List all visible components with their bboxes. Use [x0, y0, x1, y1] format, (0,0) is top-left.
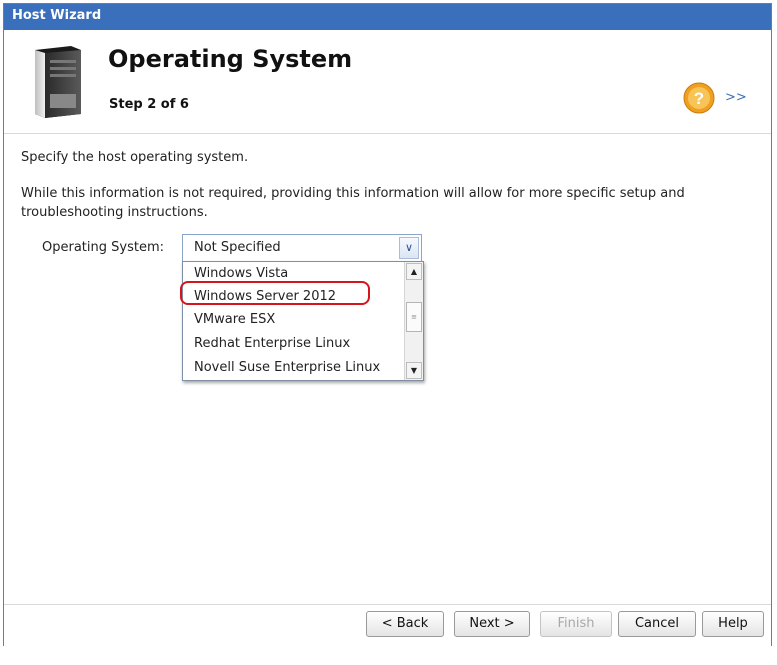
detail-text: While this information is not required, …	[21, 186, 685, 220]
wizard-footer: < Back Next > Finish Cancel Help	[4, 604, 771, 646]
next-button[interactable]: Next >	[454, 611, 530, 637]
intro-text: Specify the host operating system.	[21, 150, 249, 165]
scroll-down-icon[interactable]: ▼	[406, 362, 422, 379]
cancel-button[interactable]: Cancel	[618, 611, 696, 637]
finish-button: Finish	[540, 611, 612, 637]
svg-text:?: ?	[694, 89, 704, 108]
dropdown-scrollbar[interactable]: ▲ ≡ ▼	[404, 262, 423, 380]
help-icon[interactable]: ?	[683, 82, 715, 114]
option-windows-vista[interactable]: Windows Vista	[194, 263, 288, 285]
option-novell-suse-linux[interactable]: Novell Suse Enterprise Linux	[194, 357, 380, 379]
option-windows-server-2012[interactable]: Windows Server 2012	[194, 286, 336, 308]
step-indicator: Step 2 of 6	[109, 97, 189, 112]
os-field-label: Operating System:	[42, 240, 164, 255]
wizard-header: Operating System Step 2 of 6 ? >>	[4, 30, 771, 134]
help-button[interactable]: Help	[702, 611, 764, 637]
scroll-thumb[interactable]: ≡	[406, 302, 422, 332]
os-dropdown-list: Windows Vista Windows Server 2012 VMware…	[182, 261, 424, 381]
window-title: Host Wizard	[4, 4, 771, 30]
scroll-up-icon[interactable]: ▲	[406, 263, 422, 280]
wizard-content: Specify the host operating system. While…	[4, 134, 771, 604]
host-wizard-window: Host Wizard Operating System Step 2 of 6	[3, 3, 772, 646]
back-button[interactable]: < Back	[366, 611, 444, 637]
os-select-value: Not Specified	[194, 240, 281, 255]
os-select[interactable]: Not Specified ∨	[182, 234, 422, 262]
option-redhat-linux[interactable]: Redhat Enterprise Linux	[194, 333, 350, 355]
server-tower-icon	[35, 46, 81, 118]
chevron-down-icon[interactable]: ∨	[399, 237, 419, 259]
next-step-link[interactable]: >>	[725, 90, 747, 105]
page-title: Operating System	[108, 45, 353, 73]
option-vmware-esx[interactable]: VMware ESX	[194, 309, 275, 331]
